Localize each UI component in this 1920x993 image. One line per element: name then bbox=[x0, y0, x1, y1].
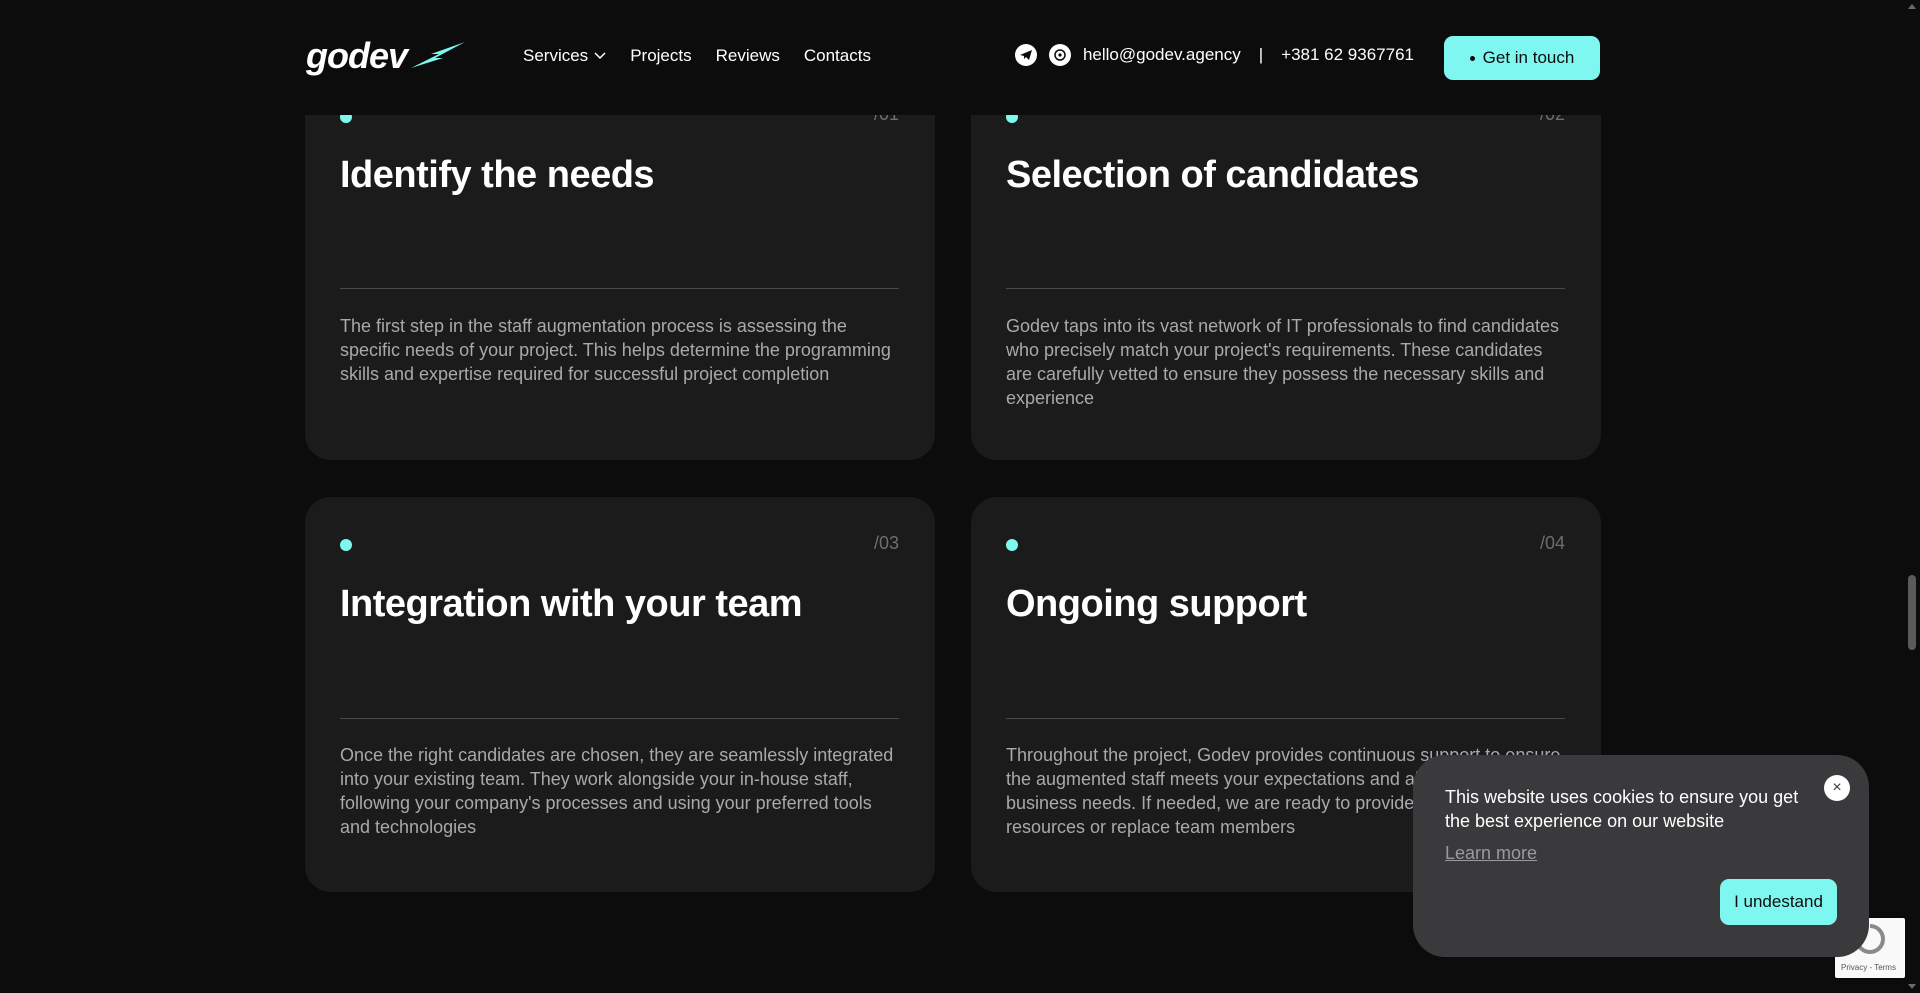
card-divider bbox=[1006, 718, 1565, 719]
scrollbar-thumb[interactable] bbox=[1908, 575, 1916, 650]
nav-item-projects[interactable]: Projects bbox=[630, 46, 691, 66]
process-card-1: /01 Identify the needs The first step in… bbox=[305, 60, 935, 460]
page-scrollbar[interactable] bbox=[1904, 0, 1920, 993]
nav-item-services[interactable]: Services bbox=[523, 46, 606, 66]
process-card-3: /03 Integration with your team Once the … bbox=[305, 497, 935, 892]
card-number: /03 bbox=[873, 533, 899, 553]
card-title: Selection of candidates bbox=[1006, 154, 1419, 196]
card-dot bbox=[340, 539, 352, 551]
logo-text: godev bbox=[306, 35, 408, 76]
card-title: Identify the needs bbox=[340, 154, 655, 196]
recaptcha-footer: Privacy - Terms bbox=[1841, 963, 1896, 972]
site-header: godev Services Projects Reviews Contacts… bbox=[0, 0, 1904, 115]
card-divider bbox=[340, 288, 899, 289]
card-description: The first step in the staff augmentation… bbox=[340, 316, 891, 384]
contact-separator: | bbox=[1258, 45, 1264, 64]
accept-cookies-button[interactable]: I undestand bbox=[1720, 879, 1837, 925]
card-divider bbox=[340, 718, 899, 719]
card-divider bbox=[1006, 288, 1565, 289]
nav-item-label: Reviews bbox=[715, 46, 780, 65]
scroll-down-arrow-icon[interactable] bbox=[1908, 984, 1916, 989]
header-contacts: hello@godev.agency | +381 62 9367761 bbox=[1014, 44, 1414, 66]
card-title: Ongoing support bbox=[1006, 583, 1307, 625]
learn-more-link[interactable]: Learn more bbox=[1445, 843, 1537, 864]
nav-item-label: Services bbox=[523, 46, 589, 65]
card-description: Once the right candidates are chosen, th… bbox=[340, 745, 894, 837]
logo[interactable]: godev bbox=[306, 35, 466, 76]
cookie-banner: This website uses cookies to ensure you … bbox=[1413, 755, 1869, 957]
phone-link[interactable]: +381 62 9367761 bbox=[1281, 45, 1414, 65]
email-link[interactable]: hello@godev.agency bbox=[1083, 45, 1241, 65]
cta-dot bbox=[1469, 55, 1475, 61]
cookie-message: This website uses cookies to ensure you … bbox=[1445, 787, 1799, 831]
nav-item-label: Projects bbox=[630, 46, 692, 65]
main-nav: Services Projects Reviews Contacts bbox=[523, 46, 871, 66]
nav-item-reviews[interactable]: Reviews bbox=[716, 46, 780, 66]
chevron-down-icon bbox=[594, 52, 606, 60]
get-in-touch-button[interactable]: Get in touch bbox=[1444, 36, 1600, 80]
process-card-2: /02 Selection of candidates Godev taps i… bbox=[971, 60, 1601, 460]
whatsapp-icon[interactable] bbox=[1048, 44, 1071, 66]
nav-item-contacts[interactable]: Contacts bbox=[804, 46, 871, 66]
telegram-icon[interactable] bbox=[1014, 44, 1037, 66]
card-dot bbox=[1006, 539, 1018, 551]
close-icon[interactable]: × bbox=[1824, 775, 1850, 801]
card-description: Godev taps into its vast network of IT p… bbox=[1006, 316, 1559, 408]
cta-label: Get in touch bbox=[1482, 48, 1575, 67]
card-number: /04 bbox=[1539, 533, 1565, 553]
scroll-up-arrow-icon[interactable] bbox=[1908, 4, 1916, 9]
card-title: Integration with your team bbox=[340, 583, 803, 625]
nav-item-label: Contacts bbox=[803, 46, 871, 65]
logo-bolt-icon bbox=[411, 42, 466, 68]
